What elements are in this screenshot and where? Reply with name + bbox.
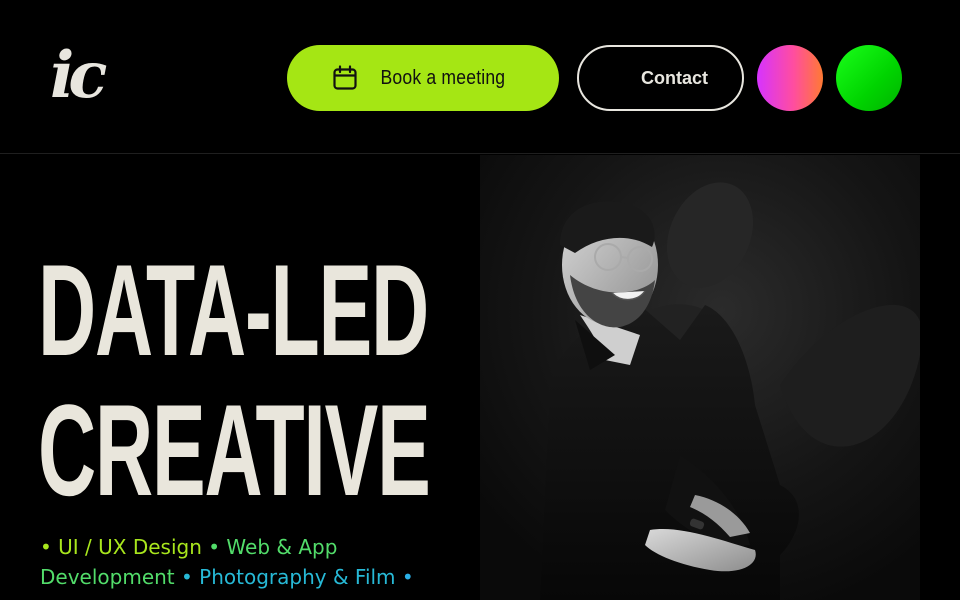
service-item: • Photography & Film	[174, 565, 396, 589]
service-item: • UI / UX Design	[40, 535, 202, 559]
calendar-icon	[333, 65, 357, 90]
site-header: ic Book a meeting Contact	[0, 0, 960, 154]
contact-label: Contact	[641, 67, 708, 88]
hero-title-line-2: CREATIVE	[38, 377, 431, 523]
portrait-photo	[480, 155, 920, 600]
hero-title: DATA-LED CREATIVE	[38, 237, 431, 523]
page: ic Book a meeting Contact DATA-LED CREAT…	[0, 0, 960, 600]
hero-title-line-1: DATA-LED	[38, 237, 429, 383]
book-meeting-button[interactable]: Book a meeting	[287, 45, 559, 111]
theme-toggle-gradient[interactable]	[757, 45, 823, 111]
portrait-illustration	[480, 155, 920, 600]
theme-toggle-green[interactable]	[836, 45, 902, 111]
logo[interactable]: ic	[50, 40, 130, 112]
book-meeting-label: Book a meeting	[380, 66, 506, 89]
services-list: • UI / UX Design • Web & App Development…	[40, 532, 460, 592]
contact-button[interactable]: Contact	[577, 45, 744, 111]
service-item: •	[395, 565, 414, 589]
